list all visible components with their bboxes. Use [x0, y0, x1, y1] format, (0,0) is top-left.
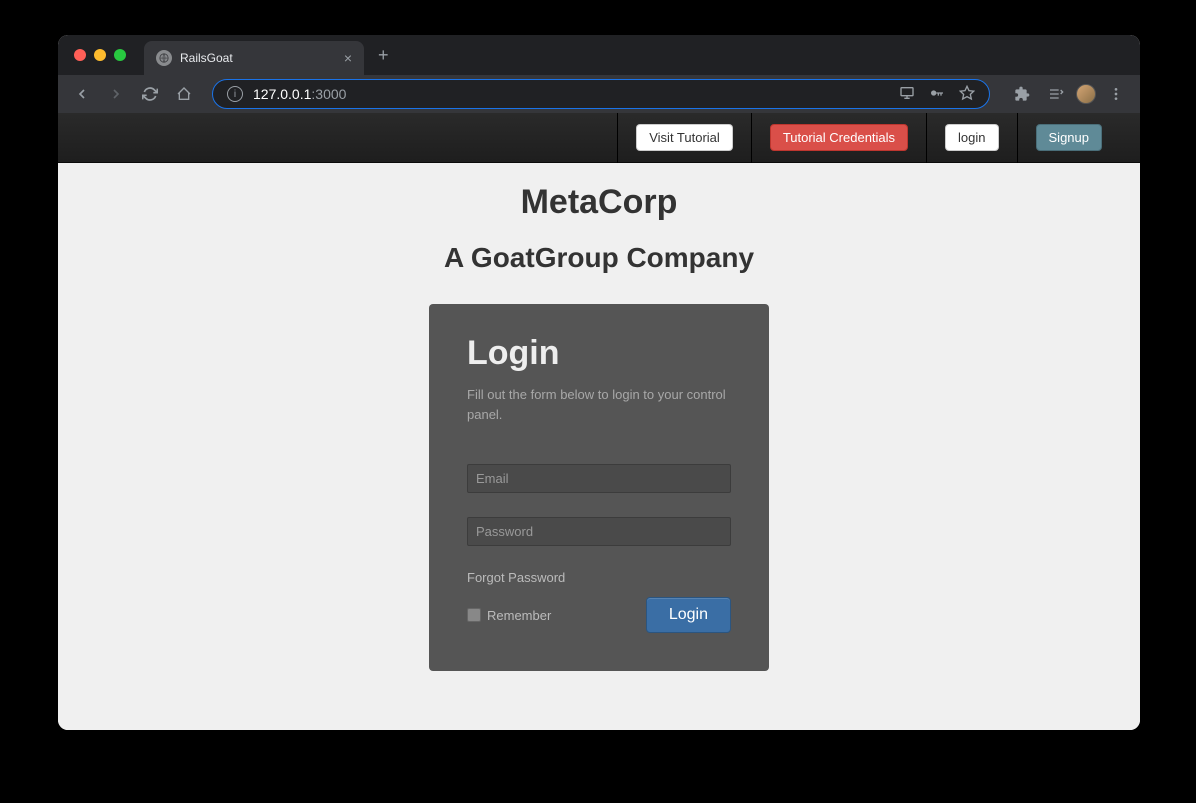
back-button[interactable]: [68, 80, 96, 108]
email-field[interactable]: [467, 464, 731, 493]
window-close-button[interactable]: [74, 49, 86, 61]
home-button[interactable]: [170, 80, 198, 108]
window-minimize-button[interactable]: [94, 49, 106, 61]
browser-tab-bar: RailsGoat × +: [58, 35, 1140, 75]
page-body: MetaCorp A GoatGroup Company Login Fill …: [58, 163, 1140, 671]
tab-title: RailsGoat: [180, 51, 233, 65]
new-tab-button[interactable]: +: [378, 45, 389, 66]
browser-toolbar: i 127.0.0.1:3000: [58, 75, 1140, 113]
globe-icon: [156, 50, 172, 66]
visit-tutorial-button[interactable]: Visit Tutorial: [636, 124, 733, 151]
signup-button[interactable]: Signup: [1036, 124, 1102, 151]
tab-close-icon[interactable]: ×: [344, 50, 352, 66]
login-card: Login Fill out the form below to login t…: [429, 304, 769, 671]
company-name: MetaCorp: [58, 183, 1140, 222]
window-maximize-button[interactable]: [114, 49, 126, 61]
profile-avatar[interactable]: [1076, 84, 1096, 104]
install-icon[interactable]: [899, 85, 915, 104]
login-nav-button[interactable]: login: [945, 124, 998, 151]
remember-label[interactable]: Remember: [467, 608, 551, 623]
address-bar[interactable]: i 127.0.0.1:3000: [212, 79, 990, 109]
browser-tab[interactable]: RailsGoat ×: [144, 41, 364, 75]
url-port: :3000: [311, 86, 346, 102]
site-navbar: Visit Tutorial Tutorial Credentials logi…: [58, 113, 1140, 163]
forward-button[interactable]: [102, 80, 130, 108]
company-tagline: A GoatGroup Company: [58, 242, 1140, 274]
star-icon[interactable]: [959, 85, 975, 104]
login-subtitle: Fill out the form below to login to your…: [467, 385, 731, 424]
reading-list-icon[interactable]: [1042, 80, 1070, 108]
window-controls: [70, 49, 134, 61]
password-field[interactable]: [467, 517, 731, 546]
login-title: Login: [467, 334, 731, 373]
forgot-password-link[interactable]: Forgot Password: [467, 570, 731, 585]
login-footer: Remember Login: [467, 597, 731, 633]
remember-text: Remember: [487, 608, 551, 623]
remember-checkbox[interactable]: [467, 608, 481, 622]
menu-icon[interactable]: [1102, 80, 1130, 108]
page-content: Visit Tutorial Tutorial Credentials logi…: [58, 113, 1140, 730]
login-submit-button[interactable]: Login: [646, 597, 731, 633]
site-info-icon[interactable]: i: [227, 86, 243, 102]
key-icon[interactable]: [929, 85, 945, 104]
reload-button[interactable]: [136, 80, 164, 108]
tutorial-credentials-button[interactable]: Tutorial Credentials: [770, 124, 908, 151]
url-host: 127.0.0.1: [253, 86, 311, 102]
browser-window: RailsGoat × + i 127.0.0.1:3000: [58, 35, 1140, 730]
extensions-icon[interactable]: [1008, 80, 1036, 108]
